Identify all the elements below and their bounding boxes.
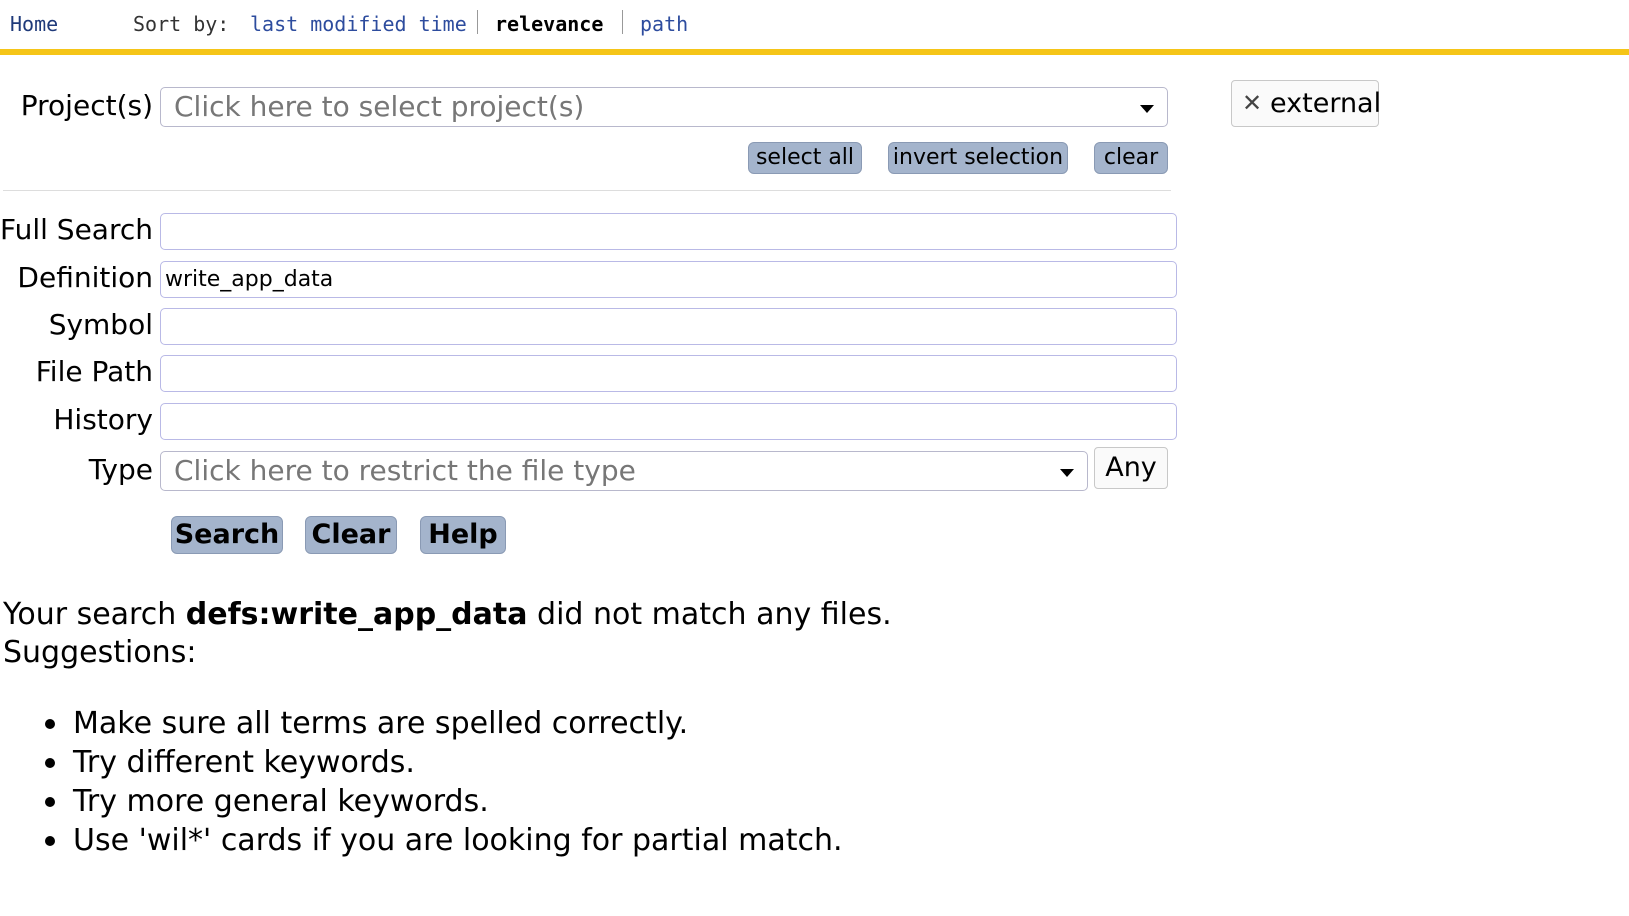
history-label: History [53,403,153,436]
sort-last-modified-link[interactable]: last modified time [250,12,467,36]
no-match-prefix: Your search [3,597,186,632]
sort-relevance-link[interactable]: relevance [495,12,603,36]
bullet-icon [45,797,55,807]
file-path-input[interactable] [160,355,1177,392]
type-label: Type [88,453,153,486]
suggestion-text: Try more general keywords. [73,784,489,819]
definition-label: Definition [17,261,153,294]
no-match-line: Your search defs:write_app_data did not … [3,596,892,634]
clear-button[interactable]: Clear [305,516,397,554]
list-item: Make sure all terms are spelled correctl… [45,704,843,743]
type-any-button[interactable]: Any [1094,447,1168,489]
history-input[interactable] [160,403,1177,440]
sort-by-label: Sort by: [133,12,230,36]
sort-path-link[interactable]: path [640,12,688,36]
suggestion-text: Try different keywords. [73,745,415,780]
invert-selection-button[interactable]: invert selection [888,142,1068,174]
section-divider [3,190,1171,191]
top-navigation-bar: Home Sort by: last modified time relevan… [0,0,1629,55]
list-item: Try different keywords. [45,743,843,782]
project-label: Project(s) [20,89,153,122]
search-button[interactable]: Search [171,516,283,554]
symbol-label: Symbol [48,308,153,341]
selected-project-label: external [1270,88,1382,119]
bullet-icon [45,719,55,729]
suggestion-text: Use 'wil*' cards if you are looking for … [73,823,843,858]
chevron-down-icon [1140,105,1154,113]
suggestion-text: Make sure all terms are spelled correctl… [73,706,689,741]
suggestions-label: Suggestions: [3,635,197,670]
sort-separator [622,10,623,34]
project-select[interactable]: Click here to select project(s) [160,87,1168,127]
full-search-label: Full Search [0,213,153,246]
search-query: defs:write_app_data [185,597,528,632]
project-select-placeholder: Click here to select project(s) [174,90,585,123]
chevron-down-icon [1060,469,1074,477]
bullet-icon [45,758,55,768]
clear-selection-button[interactable]: clear [1094,142,1168,174]
no-match-suffix: did not match any files. [527,597,892,632]
full-search-input[interactable] [160,213,1177,250]
close-icon[interactable]: ✕ [1242,81,1262,126]
bullet-icon [45,836,55,846]
select-all-button[interactable]: select all [748,142,862,174]
file-path-label: File Path [35,355,153,388]
type-select-placeholder: Click here to restrict the file type [174,454,636,487]
definition-input[interactable] [160,261,1177,298]
list-item: Try more general keywords. [45,782,843,821]
help-button[interactable]: Help [420,516,506,554]
type-select[interactable]: Click here to restrict the file type [160,451,1088,491]
symbol-input[interactable] [160,308,1177,345]
sort-separator [477,10,478,34]
search-results-message: Your search defs:write_app_data did not … [3,596,892,672]
home-link[interactable]: Home [10,12,58,36]
list-item: Use 'wil*' cards if you are looking for … [45,821,843,860]
suggestions-list: Make sure all terms are spelled correctl… [45,704,843,860]
selected-project-tag: ✕ external [1231,80,1382,127]
